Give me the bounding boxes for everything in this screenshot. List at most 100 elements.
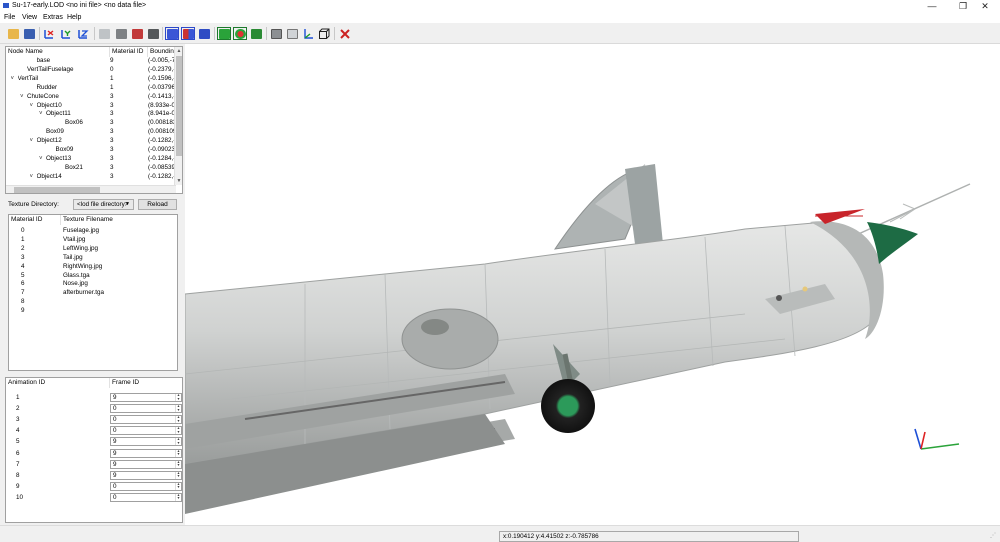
chevron-down-icon[interactable]: ˅ [30,102,34,111]
shade-red-icon[interactable] [130,27,144,40]
render-sphere-icon[interactable] [233,27,247,40]
texture-row[interactable]: 5 Glass.tga [9,272,177,281]
axis-y-icon[interactable] [59,27,73,40]
frame-id-spinbox[interactable]: 9 ▲ ▼ [110,459,182,469]
axis-z-icon[interactable] [76,27,90,40]
frame-id-spinbox[interactable]: 0 ▲ ▼ [110,404,182,414]
tree-row[interactable]: ˅ ChuteCone 3 (-0.1413,- [6,93,176,102]
column-header-material-id[interactable]: Material ID [9,215,61,225]
texture-directory-select[interactable]: <lod file directory> ▼ [73,199,134,210]
bounding-box-icon[interactable] [317,27,331,40]
column-header-material-id[interactable]: Material ID [110,47,148,57]
spin-arrows-icon[interactable]: ▲ ▼ [175,449,181,457]
menu-view[interactable]: View [22,14,37,21]
frame-id-spinbox[interactable]: 0 ▲ ▼ [110,415,182,425]
tree-row[interactable]: Rudder 1 (-0.03796, [6,84,176,93]
texture-row[interactable]: 3 Tail.jpg [9,254,177,263]
frame-id-spinbox[interactable]: 9 ▲ ▼ [110,470,182,480]
tree-row[interactable]: ˅ Object11 3 (8.941e-0 [6,110,176,119]
animation-table[interactable]: Animation ID Frame ID 1 9 ▲ ▼ 2 0 ▲ ▼ 3 0 ▲ ▼ 4 0 ▲ ▼ 5 9… [5,377,183,523]
frame-id-spinbox[interactable]: 0 ▲ ▼ [110,492,182,502]
reload-button[interactable]: Reload [138,199,177,210]
frame-id-spinbox[interactable]: 0 ▲ ▼ [110,426,182,436]
menu-extras[interactable]: Extras [43,14,63,21]
column-header-node-name[interactable]: Node Name [6,47,110,57]
view-box-blue-icon[interactable] [165,27,179,40]
tree-vertical-scrollbar[interactable]: ▲ ▼ [174,47,182,185]
spin-arrows-icon[interactable]: ▲ ▼ [175,405,181,413]
axis-x-icon[interactable] [42,27,56,40]
chevron-down-icon[interactable]: ˅ [20,93,24,102]
texture-row[interactable]: 7 afterburner.tga [9,289,177,298]
3d-viewport[interactable] [185,44,1000,525]
scroll-down-icon[interactable]: ▼ [175,177,182,185]
tools-icon[interactable] [338,27,352,40]
texture-row[interactable]: 2 LeftWing.jpg [9,245,177,254]
tree-row[interactable]: Box09 3 (-0.09023, [6,146,176,155]
frame-id-spinbox[interactable]: 9 ▲ ▼ [110,448,182,458]
spin-arrows-icon[interactable]: ▲ ▼ [175,438,181,446]
left-panel: Node Name Material ID Boundin base 9 (-0.0… [0,44,184,525]
spin-arrows-icon[interactable]: ▲ ▼ [175,493,181,501]
tree-row[interactable]: Box06 3 (0.008183 [6,119,176,128]
node-material-id: 1 [110,83,114,91]
resize-grip-icon[interactable]: ⋰ [990,532,998,540]
axes-icon[interactable] [301,27,315,40]
tree-horizontal-scrollbar[interactable] [6,185,176,193]
scroll-up-icon[interactable]: ▲ [175,47,182,55]
spin-arrows-icon[interactable]: ▲ ▼ [175,460,181,468]
node-material-id: 3 [110,137,114,145]
spin-arrows-icon[interactable]: ▲ ▼ [175,427,181,435]
texture-row[interactable]: 8 [9,298,177,307]
scroll-thumb[interactable] [176,56,182,156]
frame-id-spinbox[interactable]: 0 ▲ ▼ [110,481,182,491]
tree-row[interactable]: ˅ Object12 3 (-0.1282,- [6,137,176,146]
texture-row[interactable]: 0 Fuselage.jpg [9,227,177,236]
frame-id-spinbox[interactable]: 9 ▲ ▼ [110,393,182,402]
shade-gray-icon[interactable] [114,27,128,40]
texture-row[interactable]: 1 Vtail.jpg [9,236,177,245]
render-green-icon[interactable] [217,27,231,40]
spin-arrows-icon[interactable]: ▲ ▼ [175,394,181,401]
wireframe-gray-icon[interactable] [269,27,283,40]
view-cube-blue-icon[interactable] [197,27,211,40]
node-tree[interactable]: Node Name Material ID Boundin base 9 (-0.0… [5,46,183,194]
column-header-bounding[interactable]: Boundin [148,47,175,57]
menu-file[interactable]: File [4,14,15,21]
chevron-down-icon[interactable]: ˅ [39,155,43,164]
chevron-down-icon[interactable]: ˅ [39,110,43,119]
frame-id-spinbox[interactable]: 9 ▲ ▼ [110,437,182,447]
chevron-down-icon[interactable]: ˅ [30,137,34,146]
spin-arrows-icon[interactable]: ▲ ▼ [175,416,181,424]
menu-help[interactable]: Help [67,14,81,21]
texture-row[interactable]: 6 Nose.jpg [9,280,177,289]
texture-row[interactable]: 9 [9,307,177,316]
tree-row[interactable]: base 9 (-0.005,-7 [6,57,176,66]
column-header-animation-id[interactable]: Animation ID [6,378,110,388]
spin-arrows-icon[interactable]: ▲ ▼ [175,471,181,479]
minimize-button[interactable]: — [917,0,947,12]
render-texture-icon[interactable] [249,27,263,40]
tree-row[interactable]: VertTailFuselage 0 (-0.2379,- [6,66,176,75]
wireframe-light-icon[interactable] [285,27,299,40]
texture-table[interactable]: Material ID Texture Filename 0 Fuselage.j… [8,214,178,371]
tree-row[interactable]: ˅ Object13 3 (-0.1284,- [6,155,176,164]
save-icon[interactable] [22,27,36,40]
texture-row[interactable]: 4 RightWing.jpg [9,263,177,272]
column-header-texture-filename[interactable]: Texture Filename [61,215,177,225]
tree-row[interactable]: Box09 3 (0.008109 [6,128,176,137]
tree-row[interactable]: ˅ VertTail 1 (-0.1596,- [6,75,176,84]
chevron-down-icon[interactable]: ˅ [30,173,34,182]
tree-row[interactable]: ˅ Object14 3 (-0.1282,- [6,173,176,182]
column-header-frame-id[interactable]: Frame ID [110,378,182,388]
close-button[interactable]: ✕ [970,0,1000,12]
shade-dark-icon[interactable] [146,27,160,40]
view-box-split-icon[interactable] [181,27,195,40]
tree-row[interactable]: ˅ Object10 3 (8.933e-0 [6,102,176,111]
scroll-thumb[interactable] [14,187,100,193]
chevron-down-icon[interactable]: ˅ [11,75,15,84]
shade-light-icon[interactable] [97,27,111,40]
tree-row[interactable]: Box21 3 (-0.08539, [6,164,176,173]
open-icon[interactable] [6,27,20,40]
spin-arrows-icon[interactable]: ▲ ▼ [175,482,181,490]
